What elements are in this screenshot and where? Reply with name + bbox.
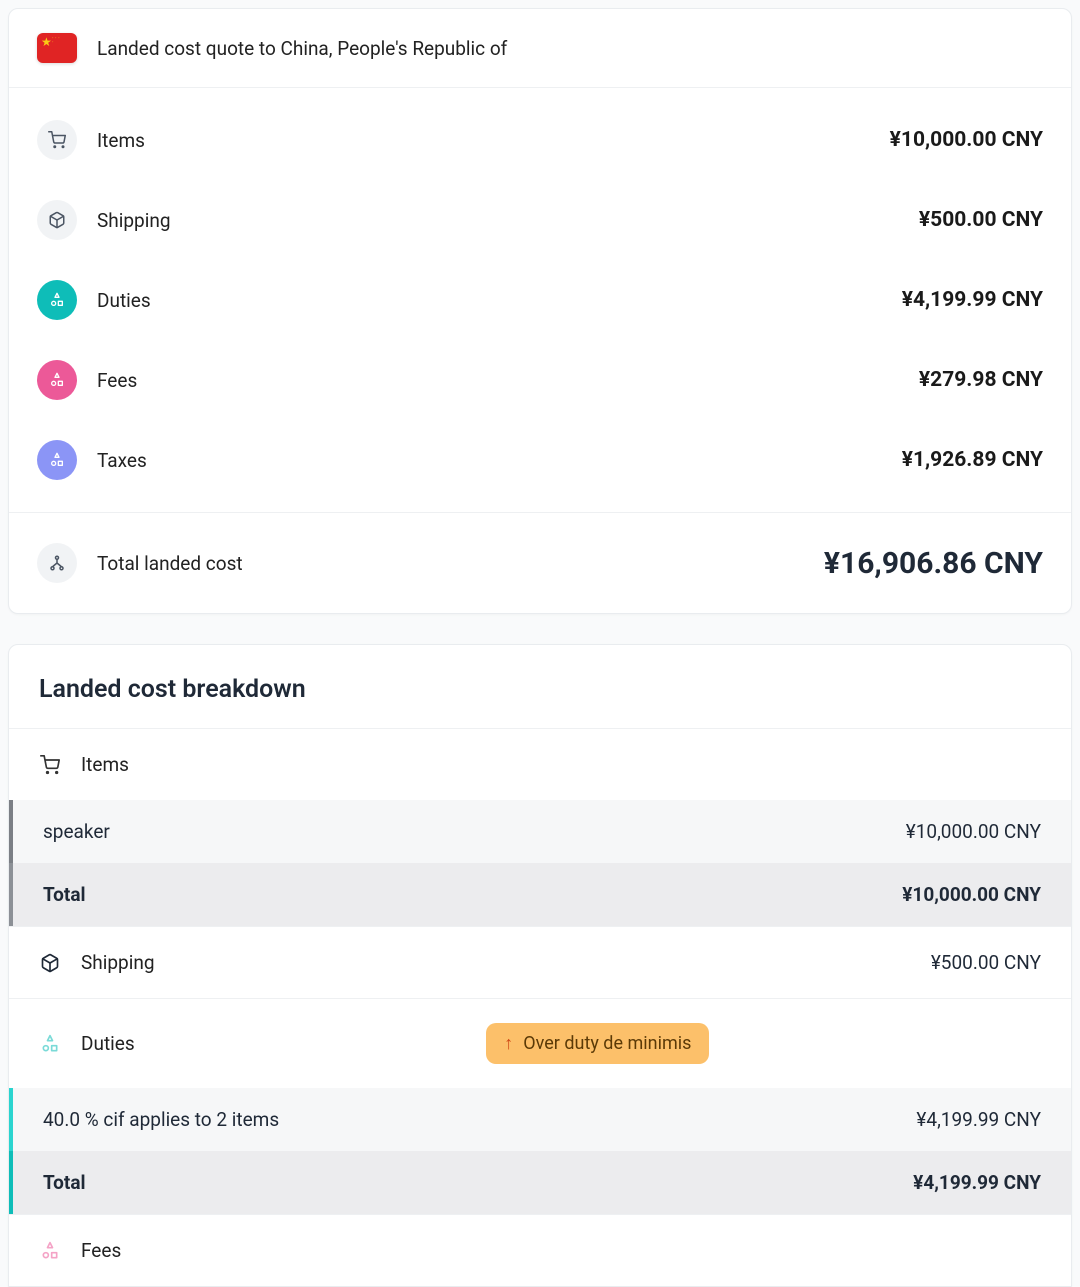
- summary-list: Items ¥10,000.00 CNY Shipping ¥500.00 CN…: [9, 88, 1071, 512]
- quote-summary-card: Landed cost quote to China, People's Rep…: [8, 8, 1072, 614]
- total-row: Total landed cost ¥16,906.86 CNY: [9, 512, 1071, 613]
- total-value: ¥4,199.99 CNY: [913, 1171, 1041, 1194]
- shipping-label: Shipping: [81, 951, 155, 974]
- summary-row-duties: Duties ¥4,199.99 CNY: [9, 260, 1071, 340]
- summary-value: ¥500.00 CNY: [919, 208, 1043, 232]
- duty-value: ¥4,199.99 CNY: [916, 1108, 1041, 1131]
- total-label: Total: [43, 1171, 86, 1194]
- summary-row-taxes: Taxes ¥1,926.89 CNY: [9, 420, 1071, 500]
- shapes-icon: [37, 280, 77, 320]
- quote-header: Landed cost quote to China, People's Rep…: [9, 9, 1071, 88]
- cart-icon: [39, 755, 61, 775]
- hierarchy-icon: [37, 543, 77, 583]
- breakdown-shipping-row: Shipping ¥500.00 CNY: [9, 926, 1071, 998]
- summary-row-shipping: Shipping ¥500.00 CNY: [9, 180, 1071, 260]
- summary-label: Taxes: [97, 449, 147, 472]
- total-value: ¥10,000.00 CNY: [902, 883, 1041, 906]
- shapes-icon: [37, 360, 77, 400]
- badge-text: Over duty de minimis: [523, 1033, 691, 1054]
- total-label: Total landed cost: [97, 552, 243, 575]
- breakdown-fees-head: Fees: [9, 1214, 1071, 1286]
- breakdown-items-head: Items: [9, 729, 1071, 800]
- breakdown-duties-head: Duties ↑ Over duty de minimis: [9, 998, 1071, 1088]
- summary-label: Items: [97, 129, 145, 152]
- summary-label: Fees: [97, 369, 137, 392]
- total-label: Total: [43, 883, 86, 906]
- summary-row-fees: Fees ¥279.98 CNY: [9, 340, 1071, 420]
- over-de-minimis-badge: ↑ Over duty de minimis: [486, 1023, 709, 1064]
- breakdown-title: Landed cost breakdown: [9, 645, 1071, 729]
- shapes-icon: [37, 440, 77, 480]
- duty-desc: 40.0 % cif applies to 2 items: [43, 1108, 279, 1131]
- shapes-icon: [39, 1034, 61, 1054]
- item-value: ¥10,000.00 CNY: [906, 820, 1041, 843]
- package-icon: [39, 953, 61, 973]
- breakdown-duty-row: 40.0 % cif applies to 2 items ¥4,199.99 …: [9, 1088, 1071, 1151]
- cart-icon: [37, 120, 77, 160]
- summary-label: Shipping: [97, 209, 171, 232]
- package-icon: [37, 200, 77, 240]
- summary-value: ¥279.98 CNY: [919, 368, 1043, 392]
- breakdown-items-total: Total ¥10,000.00 CNY: [9, 863, 1071, 926]
- summary-value: ¥1,926.89 CNY: [902, 448, 1043, 472]
- breakdown-duties-total: Total ¥4,199.99 CNY: [9, 1151, 1071, 1214]
- summary-value: ¥10,000.00 CNY: [890, 128, 1043, 152]
- breakdown-card: Landed cost breakdown Items speaker ¥10,…: [8, 644, 1072, 1287]
- arrow-up-icon: ↑: [504, 1033, 513, 1054]
- quote-title: Landed cost quote to China, People's Rep…: [97, 37, 507, 60]
- summary-value: ¥4,199.99 CNY: [902, 288, 1043, 312]
- summary-row-items: Items ¥10,000.00 CNY: [9, 100, 1071, 180]
- fees-label: Fees: [81, 1239, 121, 1262]
- breakdown-item-row: speaker ¥10,000.00 CNY: [9, 800, 1071, 863]
- item-name: speaker: [43, 820, 110, 843]
- shipping-value: ¥500.00 CNY: [931, 951, 1041, 974]
- duties-label: Duties: [81, 1032, 135, 1055]
- shapes-icon: [39, 1241, 61, 1261]
- china-flag-icon: [37, 33, 77, 63]
- summary-label: Duties: [97, 289, 151, 312]
- total-value: ¥16,906.86 CNY: [824, 546, 1043, 581]
- breakdown-items-label: Items: [81, 753, 129, 776]
